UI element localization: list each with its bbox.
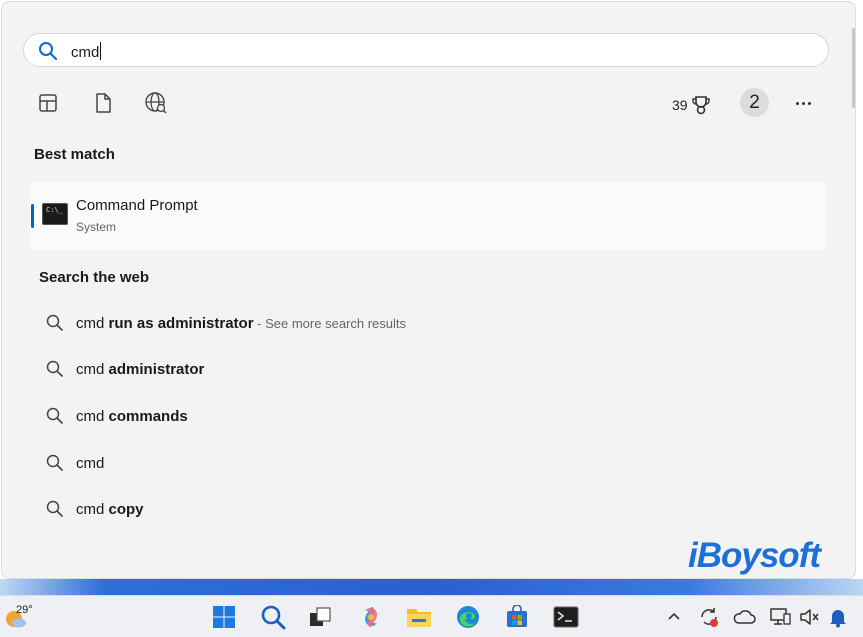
web-suggestion[interactable]: cmd commands — [46, 404, 188, 428]
points-value: 39 — [672, 97, 688, 113]
windows-start-icon — [213, 606, 235, 628]
network-icon — [770, 608, 791, 625]
desktop-wallpaper — [0, 579, 863, 595]
network-button[interactable] — [767, 604, 793, 630]
apps-icon — [39, 94, 57, 112]
volume-mute-icon — [800, 609, 819, 625]
web-suggestion[interactable]: cmd copy — [46, 497, 144, 521]
store-button[interactable] — [504, 604, 530, 630]
app-type: System — [76, 220, 117, 234]
start-button[interactable] — [211, 604, 237, 630]
more-options-button[interactable] — [791, 94, 815, 112]
weather-temperature: 29° — [16, 604, 33, 616]
onedrive-icon — [733, 610, 756, 624]
terminal-button[interactable] — [553, 604, 579, 630]
show-hidden-icons-button[interactable] — [661, 604, 687, 630]
notifications-button[interactable] — [825, 604, 851, 630]
taskbar: 29° — [0, 595, 863, 637]
store-icon — [507, 605, 527, 627]
search-input[interactable]: cmd — [23, 33, 829, 67]
web-suggestion[interactable]: cmd run as administrator - See more sear… — [46, 311, 406, 335]
edge-button[interactable] — [455, 604, 481, 630]
trophy-icon — [691, 96, 710, 115]
web-suggestion[interactable]: cmd — [46, 451, 104, 475]
file-explorer-icon — [407, 609, 431, 627]
search-value: cmd — [71, 44, 100, 61]
search-icon — [46, 360, 63, 377]
avatar-label: 2 — [749, 91, 760, 113]
taskbar-search-button[interactable] — [260, 604, 286, 630]
onedrive-button[interactable] — [731, 604, 757, 630]
bell-icon — [830, 610, 846, 628]
search-icon — [46, 407, 63, 424]
search-icon — [39, 42, 58, 61]
edge-icon — [457, 606, 479, 628]
web-suggestion[interactable]: cmd administrator — [46, 357, 204, 381]
copilot-icon — [364, 607, 378, 627]
app-name: Command Prompt — [76, 197, 198, 214]
filter-documents-button[interactable] — [90, 90, 116, 116]
search-icon — [261, 605, 286, 630]
best-match-result[interactable]: C:\_ Command Prompt System — [30, 182, 826, 250]
search-icon — [46, 454, 63, 471]
web-icon — [145, 92, 167, 114]
search-icon — [46, 314, 63, 331]
task-view-icon — [310, 607, 331, 626]
scrollbar[interactable] — [852, 28, 855, 108]
search-icon — [46, 500, 63, 517]
copilot-button[interactable] — [358, 604, 384, 630]
document-icon — [96, 93, 111, 113]
iboysoft-watermark: iBoysoft — [688, 536, 821, 575]
filter-apps-button[interactable] — [35, 90, 61, 116]
best-match-heading: Best match — [34, 146, 115, 163]
volume-button[interactable] — [796, 604, 822, 630]
terminal-icon — [553, 606, 579, 628]
command-prompt-icon: C:\_ — [42, 203, 68, 225]
start-search-panel: cmd 39 2 Best match C:\_ Command Prompt … — [1, 1, 856, 579]
sync-status-button[interactable] — [696, 604, 722, 630]
rewards-points[interactable]: 39 — [672, 94, 712, 116]
sync-icon — [701, 608, 718, 627]
file-explorer-button[interactable] — [406, 604, 432, 630]
task-view-button[interactable] — [307, 604, 333, 630]
filter-web-button[interactable] — [143, 90, 169, 116]
chevron-up-icon — [668, 612, 680, 620]
search-web-heading: Search the web — [39, 269, 150, 286]
text-caret — [100, 42, 102, 60]
avatar[interactable]: 2 — [740, 88, 769, 117]
selection-indicator — [31, 204, 34, 228]
